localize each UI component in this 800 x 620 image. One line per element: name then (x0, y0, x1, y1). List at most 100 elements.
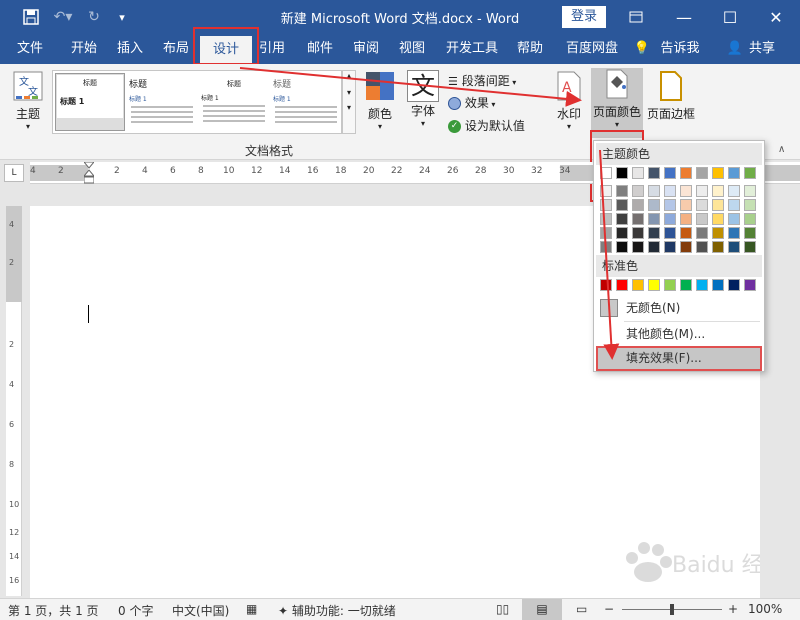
theme-shade-swatch[interactable] (664, 241, 676, 253)
collapse-ribbon-icon[interactable]: ∧ (778, 144, 785, 155)
theme-shade-swatch[interactable] (616, 199, 628, 211)
watermark-button[interactable]: A 水印 ▾ (552, 70, 586, 140)
theme-shade-swatch[interactable] (648, 227, 660, 239)
tab-share[interactable]: 共享 (744, 34, 780, 64)
theme-shade-swatch[interactable] (632, 241, 644, 253)
close-icon[interactable]: ✕ (754, 0, 798, 34)
theme-shade-swatch[interactable] (728, 199, 740, 211)
login-button[interactable]: 登录 (562, 6, 606, 28)
style-thumb-1[interactable]: 标题 标题 1 (55, 73, 125, 131)
theme-shade-swatch[interactable] (600, 227, 612, 239)
theme-color-swatch[interactable] (696, 167, 708, 179)
theme-shade-swatch[interactable] (664, 185, 676, 197)
theme-color-swatch[interactable] (632, 167, 644, 179)
style-thumb-4[interactable]: 标题 标题 1 (271, 73, 341, 131)
minimize-icon[interactable]: — (662, 0, 706, 34)
theme-shade-swatch[interactable] (648, 213, 660, 225)
theme-shade-swatch[interactable] (648, 199, 660, 211)
undo-icon[interactable]: ↶▾ (50, 6, 76, 28)
zoom-in-icon[interactable]: + (728, 602, 738, 616)
save-icon[interactable] (20, 6, 42, 28)
tab-developer[interactable]: 开发工具 (440, 34, 504, 64)
theme-shade-swatch[interactable] (632, 213, 644, 225)
fill-effects-item[interactable]: 填充效果(F)... (596, 346, 762, 371)
theme-color-swatch[interactable] (648, 167, 660, 179)
theme-shade-swatch[interactable] (696, 213, 708, 225)
accessibility-status[interactable]: ✦ 辅助功能: 一切就绪 (278, 602, 396, 619)
theme-shade-swatch[interactable] (600, 213, 612, 225)
theme-color-swatch[interactable] (680, 167, 692, 179)
standard-color-swatch[interactable] (744, 279, 756, 291)
theme-shade-swatch[interactable] (616, 241, 628, 253)
theme-shade-swatch[interactable] (664, 227, 676, 239)
theme-shade-swatch[interactable] (712, 227, 724, 239)
theme-shade-swatch[interactable] (616, 227, 628, 239)
theme-shade-swatch[interactable] (632, 185, 644, 197)
tab-file[interactable]: 文件 (8, 34, 52, 64)
tab-tell-me[interactable]: 告诉我 (652, 34, 708, 64)
language[interactable]: 中文(中国) (172, 602, 229, 619)
themes-button[interactable]: 文文 主题 ▾ (8, 70, 48, 140)
theme-shade-swatch[interactable] (712, 185, 724, 197)
theme-shade-swatch[interactable] (728, 213, 740, 225)
theme-shade-swatch[interactable] (696, 227, 708, 239)
customize-toolbar-icon[interactable]: ▾ (112, 6, 132, 28)
theme-shade-swatch[interactable] (744, 199, 756, 211)
tab-stop-selector[interactable]: L (4, 164, 24, 182)
theme-shade-swatch[interactable] (680, 213, 692, 225)
theme-shade-swatch[interactable] (728, 241, 740, 253)
zoom-out-icon[interactable]: − (604, 602, 614, 616)
theme-shade-swatch[interactable] (680, 199, 692, 211)
tab-review[interactable]: 审阅 (344, 34, 388, 64)
page-borders-button[interactable]: 页面边框 (646, 70, 696, 130)
web-layout-icon[interactable]: ▭ (576, 602, 587, 616)
set-default-button[interactable]: ✓ 设为默认值 (448, 117, 525, 134)
standard-color-swatch[interactable] (616, 279, 628, 291)
macro-icon[interactable]: ▦ (246, 602, 257, 616)
theme-color-swatch[interactable] (728, 167, 740, 179)
no-color-item[interactable]: 无颜色(N) (596, 297, 762, 319)
theme-color-swatch[interactable] (712, 167, 724, 179)
zoom-slider[interactable] (622, 604, 722, 615)
vertical-ruler[interactable]: 4 2 2 4 6 8 10 12 14 16 (6, 206, 22, 596)
theme-shade-swatch[interactable] (648, 185, 660, 197)
page-color-button[interactable]: 页面颜色 ▾ (591, 68, 643, 138)
paragraph-spacing-button[interactable]: ☰ 段落间距 ▾ (448, 72, 516, 89)
theme-shade-swatch[interactable] (632, 227, 644, 239)
tab-layout[interactable]: 布局 (154, 34, 198, 64)
standard-color-swatch[interactable] (632, 279, 644, 291)
ribbon-display-icon[interactable] (614, 0, 658, 34)
standard-color-swatch[interactable] (728, 279, 740, 291)
standard-color-swatch[interactable] (648, 279, 660, 291)
theme-shade-swatch[interactable] (728, 185, 740, 197)
standard-color-swatch[interactable] (696, 279, 708, 291)
theme-shade-swatch[interactable] (712, 213, 724, 225)
theme-color-swatch[interactable] (744, 167, 756, 179)
style-thumb-3[interactable]: 标题 标题 1 (199, 73, 269, 131)
tab-baidu-netdisk[interactable]: 百度网盘 (560, 34, 624, 64)
theme-shade-swatch[interactable] (664, 199, 676, 211)
style-thumb-2[interactable]: 标题 标题 1 (127, 73, 197, 131)
standard-color-swatch[interactable] (600, 279, 612, 291)
theme-shade-swatch[interactable] (680, 185, 692, 197)
theme-shade-swatch[interactable] (744, 185, 756, 197)
theme-shade-swatch[interactable] (696, 199, 708, 211)
theme-shade-swatch[interactable] (696, 185, 708, 197)
theme-shade-swatch[interactable] (648, 241, 660, 253)
tab-view[interactable]: 视图 (390, 34, 434, 64)
maximize-icon[interactable]: ☐ (708, 0, 752, 34)
theme-shade-swatch[interactable] (616, 213, 628, 225)
theme-shade-swatch[interactable] (680, 227, 692, 239)
theme-color-swatch[interactable] (600, 167, 612, 179)
style-gallery[interactable]: 标题 标题 1 标题 标题 1 标题 标题 1 标题 标题 1 (52, 70, 342, 134)
effects-button[interactable]: 效果 ▾ (448, 94, 495, 111)
theme-shade-swatch[interactable] (712, 199, 724, 211)
standard-color-swatch[interactable] (712, 279, 724, 291)
theme-shade-swatch[interactable] (664, 213, 676, 225)
vertical-scrollbar[interactable] (780, 184, 800, 598)
theme-shade-swatch[interactable] (744, 241, 756, 253)
theme-shade-swatch[interactable] (600, 199, 612, 211)
theme-shade-swatch[interactable] (616, 185, 628, 197)
theme-shade-swatch[interactable] (696, 241, 708, 253)
theme-shade-swatch[interactable] (744, 213, 756, 225)
